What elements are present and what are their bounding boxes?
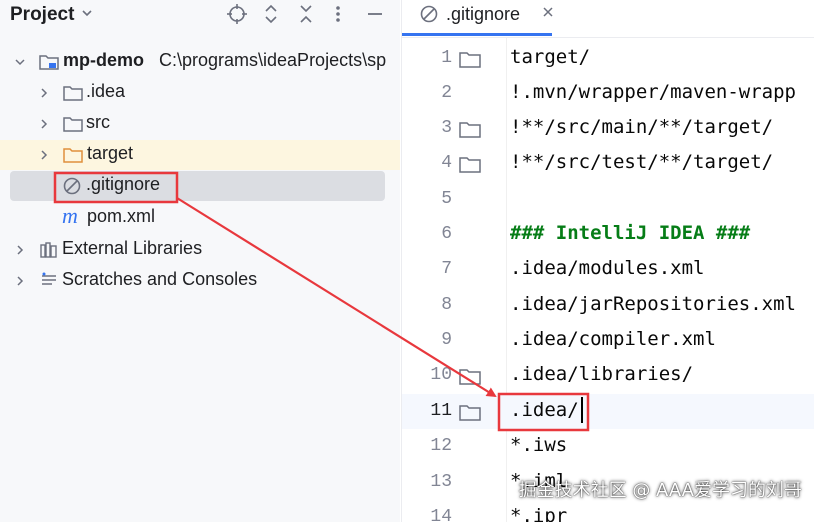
- expand-all-icon[interactable]: [261, 3, 281, 25]
- folder-icon: [459, 369, 481, 385]
- code-line[interactable]: 5: [402, 182, 814, 217]
- code-text: !.mvn/wrapper/maven-wrapp: [510, 81, 796, 103]
- line-number: 1: [441, 48, 452, 68]
- folder-icon: [63, 117, 83, 132]
- code-line[interactable]: 6 ### IntelliJ IDEA ###: [402, 217, 814, 252]
- project-tool-window: Project mp-demo C:\programs\ideaProjects…: [0, 0, 400, 522]
- close-icon[interactable]: [541, 5, 555, 19]
- code-line[interactable]: 2 !.mvn/wrapper/maven-wrapp: [402, 76, 814, 111]
- code-text: .idea/jarRepositories.xml: [510, 293, 796, 315]
- chevron-right-icon[interactable]: [14, 244, 26, 256]
- line-number: 4: [441, 153, 452, 173]
- excluded-folder-icon: [63, 148, 83, 163]
- folder-icon: [63, 86, 83, 101]
- tree-item-pom-xml[interactable]: m pom.xml: [0, 203, 400, 233]
- line-number: 6: [441, 224, 452, 244]
- line-number: 7: [441, 259, 452, 279]
- folder-icon: [459, 52, 481, 68]
- line-number: 11: [430, 401, 452, 421]
- line-number: 14: [430, 507, 452, 522]
- tree-item-label: src: [86, 112, 110, 132]
- project-title[interactable]: Project: [10, 4, 74, 26]
- tree-item-label: pom.xml: [87, 206, 156, 226]
- chevron-right-icon[interactable]: [38, 149, 50, 161]
- tab-label: .gitignore: [446, 4, 521, 24]
- more-options-icon[interactable]: [332, 3, 344, 25]
- watermark: 掘金技术社区 @ AAA爱学习的刘哥: [518, 480, 802, 501]
- maven-icon: m: [62, 203, 78, 228]
- chevron-down-icon[interactable]: [80, 6, 94, 20]
- editor-tab-bar: .gitignore: [402, 0, 814, 38]
- tree-item-external-libraries[interactable]: External Libraries: [0, 235, 400, 265]
- code-line[interactable]: 8 .idea/jarRepositories.xml: [402, 288, 814, 323]
- ignore-file-icon: [63, 177, 81, 195]
- code-text: .idea/modules.xml: [510, 257, 705, 279]
- code-text: .idea/compiler.xml: [510, 328, 716, 350]
- library-icon: [40, 242, 57, 258]
- tree-item-scratches[interactable]: Scratches and Consoles: [0, 266, 400, 296]
- tree-item-gitignore[interactable]: .gitignore: [10, 171, 385, 201]
- code-line[interactable]: 9 .idea/compiler.xml: [402, 323, 814, 358]
- tree-item-label: .gitignore: [86, 174, 161, 194]
- code-line-current[interactable]: 11 .idea/: [402, 394, 814, 429]
- hide-panel-icon[interactable]: [365, 3, 385, 25]
- line-number: 12: [430, 436, 452, 456]
- code-text: !**/src/test/**/target/: [510, 151, 774, 173]
- code-text: target/: [510, 46, 591, 68]
- tree-item-label: .idea: [86, 81, 126, 101]
- chevron-down-icon[interactable]: [14, 56, 26, 68]
- chevron-right-icon[interactable]: [14, 275, 26, 287]
- tree-item-label: mp-demo: [63, 50, 144, 70]
- code-comment: ### IntelliJ IDEA ###: [510, 222, 751, 244]
- line-number: 10: [430, 365, 452, 385]
- collapse-all-icon[interactable]: [296, 3, 316, 25]
- line-number: 2: [441, 83, 452, 103]
- locate-target-icon[interactable]: [226, 3, 248, 25]
- line-number: 3: [441, 118, 452, 138]
- code-text: !**/src/main/**/target/: [510, 116, 774, 138]
- code-line[interactable]: 14 *.ipr: [402, 500, 814, 522]
- chevron-right-icon[interactable]: [38, 87, 50, 99]
- code-line[interactable]: 10 .idea/libraries/: [402, 358, 814, 393]
- line-number: 8: [441, 295, 452, 315]
- chevron-right-icon[interactable]: [38, 118, 50, 130]
- line-number: 13: [430, 472, 452, 492]
- ignore-file-icon: [420, 5, 438, 23]
- active-tab-indicator: [402, 33, 552, 36]
- folder-icon: [459, 157, 481, 173]
- project-path: C:\programs\ideaProjects\sp: [159, 50, 387, 70]
- tab-gitignore[interactable]: .gitignore: [402, 0, 555, 38]
- line-number: 9: [441, 330, 452, 350]
- folder-icon: [459, 122, 481, 138]
- module-folder-icon: [39, 55, 59, 70]
- tree-item-idea[interactable]: .idea: [0, 78, 400, 108]
- scratches-icon: [42, 272, 56, 285]
- code-text: .idea/: [510, 399, 579, 421]
- code-line[interactable]: 12 *.iws: [402, 429, 814, 464]
- tree-item-mp-demo[interactable]: mp-demo C:\programs\ideaProjects\sp: [0, 47, 400, 77]
- text-caret: [581, 397, 583, 423]
- code-text: .idea/libraries/: [510, 363, 694, 385]
- tree-item-label: External Libraries: [62, 238, 203, 258]
- tree-item-src[interactable]: src: [0, 109, 400, 139]
- code-line[interactable]: 4 !**/src/test/**/target/: [402, 146, 814, 181]
- code-line[interactable]: 3 !**/src/main/**/target/: [402, 111, 814, 146]
- tree-item-label: Scratches and Consoles: [62, 269, 258, 289]
- tree-item-label: target: [87, 143, 134, 163]
- code-line[interactable]: 7 .idea/modules.xml: [402, 252, 814, 287]
- code-text: *.iws: [510, 434, 568, 456]
- code-text: *.ipr: [510, 505, 568, 522]
- project-header: Project: [0, 0, 400, 30]
- editor-pane[interactable]: .gitignore 1 target/ 2 !.mvn/wrapper/mav…: [401, 0, 814, 522]
- code-line[interactable]: 1 target/: [402, 41, 814, 76]
- folder-icon: [459, 405, 481, 421]
- tree-item-target[interactable]: target: [0, 140, 400, 170]
- line-number: 5: [441, 189, 452, 209]
